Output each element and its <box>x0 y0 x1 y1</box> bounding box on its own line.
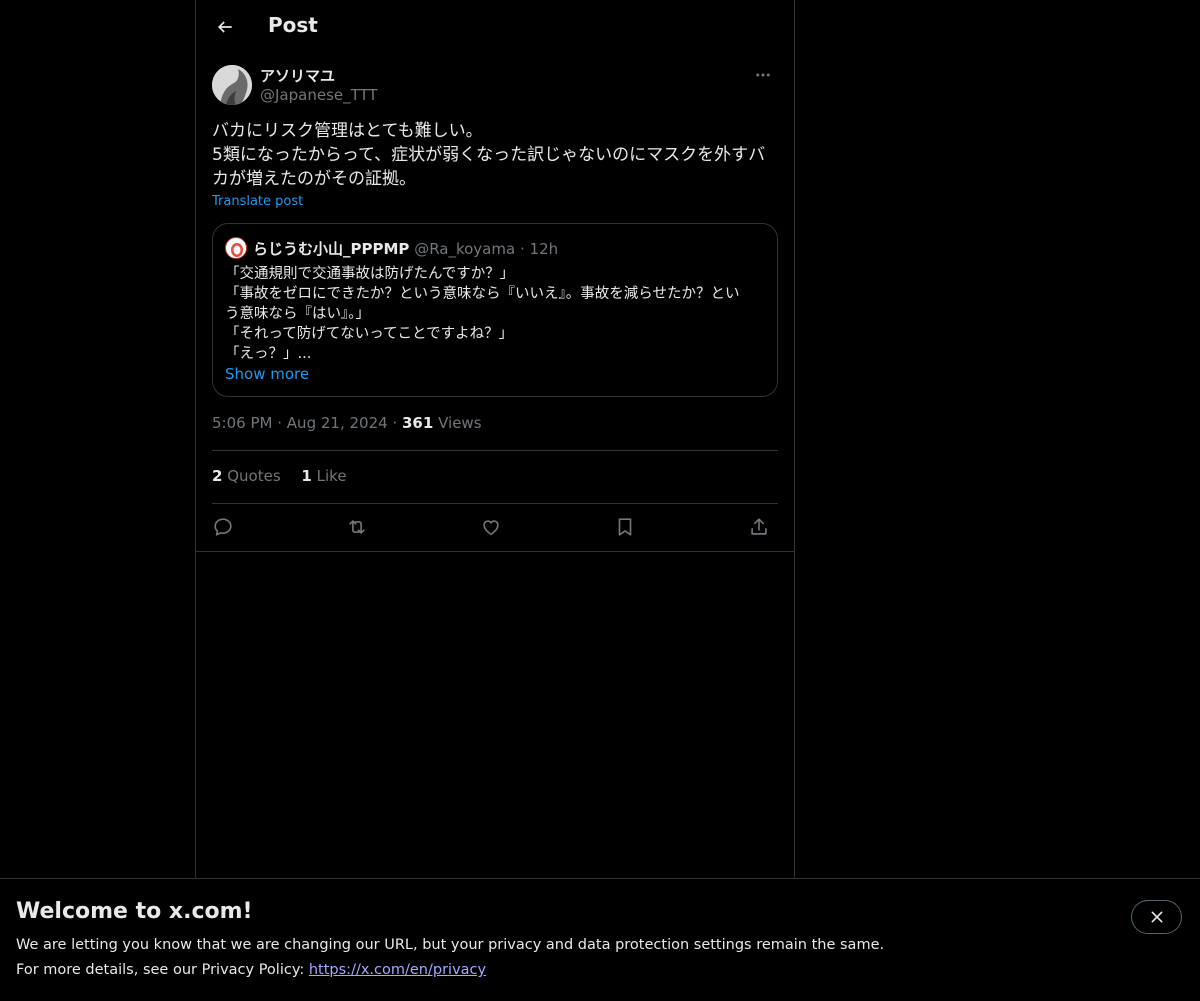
reply-icon <box>214 518 232 536</box>
quote-text-line: う意味なら『はい』。」 <box>225 306 370 322</box>
reply-button[interactable] <box>208 512 238 542</box>
url-change-banner: Welcome to x.com! We are letting you kno… <box>0 878 1200 1001</box>
quote-text-line: 「えっ？」... <box>225 346 312 362</box>
banner-text: We are letting you know that we are chan… <box>16 937 885 953</box>
like-button[interactable] <box>476 512 506 542</box>
quote-avatar[interactable] <box>225 237 247 259</box>
quotes-label: Quotes <box>227 467 281 485</box>
heart-icon <box>483 520 499 536</box>
quote-author-handle[interactable]: @Ra_koyama <box>414 240 515 258</box>
divider <box>212 450 778 451</box>
quote-text-line: 「それって防げてないってことですよね？」 <box>225 326 514 342</box>
views-count: 361 <box>402 414 434 432</box>
post-text-line: 5類になったからって、症状が弱くなった訳じゃないのにマスクを外すバ <box>212 145 766 165</box>
post-time[interactable]: 5:06 PM <box>212 414 272 432</box>
quotes-count: 2 <box>212 467 223 485</box>
show-more-link[interactable]: Show more <box>225 365 309 383</box>
quote-text-line: 「交通規則で交通事故は防げたんですか？」 <box>225 266 515 282</box>
likes-link[interactable]: 1 Like <box>301 467 346 485</box>
quote-author-name[interactable]: らじうむ小山_PPPMP <box>253 240 409 258</box>
divider <box>196 551 794 552</box>
top-bar: Post <box>196 0 794 54</box>
quote-text: 「交通規則で交通事故は防げたんですか？」 「事故をゼロにできたか？という意味なら… <box>225 264 767 364</box>
more-horizontal-icon <box>756 73 770 77</box>
post-stats: 2 Quotes 1 Like <box>212 467 363 485</box>
author-handle[interactable]: @Japanese_TTT <box>260 86 378 104</box>
post-meta: 5:06 PM · Aug 21, 2024 · 361 Views <box>212 414 482 432</box>
bookmark-icon <box>618 518 632 536</box>
post-column: Post アソリマユ @Japanese_TTT バカにリスク管理はとても難しい… <box>195 0 795 878</box>
meta-separator: · <box>277 414 283 432</box>
close-icon <box>1151 911 1162 923</box>
banner-title: Welcome to x.com! <box>16 899 253 924</box>
repost-icon <box>349 520 365 534</box>
more-button[interactable] <box>748 64 778 86</box>
quote-header: らじうむ小山_PPPMP @Ra_koyama · 12h <box>253 238 558 259</box>
share-icon <box>751 518 767 535</box>
meta-separator: · <box>392 414 398 432</box>
back-button[interactable] <box>210 12 240 42</box>
quote-text-line: 「事故をゼロにできたか？という意味なら『いいえ』。事故を減らせたか？とい <box>225 286 740 302</box>
quote-separator: · <box>519 240 525 258</box>
post-text-line: バカにリスク管理はとても難しい。 <box>212 121 483 141</box>
close-banner-button[interactable] <box>1131 900 1182 934</box>
privacy-policy-link[interactable]: https://x.com/en/privacy <box>309 962 486 978</box>
likes-count: 1 <box>301 467 312 485</box>
quote-time[interactable]: 12h <box>530 240 559 258</box>
arrow-left-icon <box>217 21 232 33</box>
avatar[interactable] <box>212 65 252 105</box>
author-name[interactable]: アソリマユ <box>260 65 335 86</box>
translate-post-link[interactable]: Translate post <box>212 194 303 209</box>
post-text: バカにリスク管理はとても難しい。 5類になったからって、症状が弱くなった訳じゃな… <box>212 119 778 191</box>
banner-text-prefix: For more details, see our Privacy Policy… <box>16 962 309 978</box>
share-button[interactable] <box>744 512 774 542</box>
banner-text: For more details, see our Privacy Policy… <box>16 962 486 978</box>
quotes-link[interactable]: 2 Quotes <box>212 467 281 485</box>
divider <box>212 503 778 504</box>
quoted-post[interactable]: らじうむ小山_PPPMP @Ra_koyama · 12h 「交通規則で交通事故… <box>212 223 778 397</box>
views-label: Views <box>438 414 482 432</box>
post-date[interactable]: Aug 21, 2024 <box>287 414 388 432</box>
bookmark-button[interactable] <box>610 512 640 542</box>
post-text-line: カが増えたのがその証拠。 <box>212 169 416 189</box>
post-actions <box>212 512 778 542</box>
likes-label: Like <box>316 467 347 485</box>
page-title: Post <box>268 13 318 37</box>
repost-button[interactable] <box>342 512 372 542</box>
post-author: アソリマユ @Japanese_TTT <box>212 64 778 108</box>
